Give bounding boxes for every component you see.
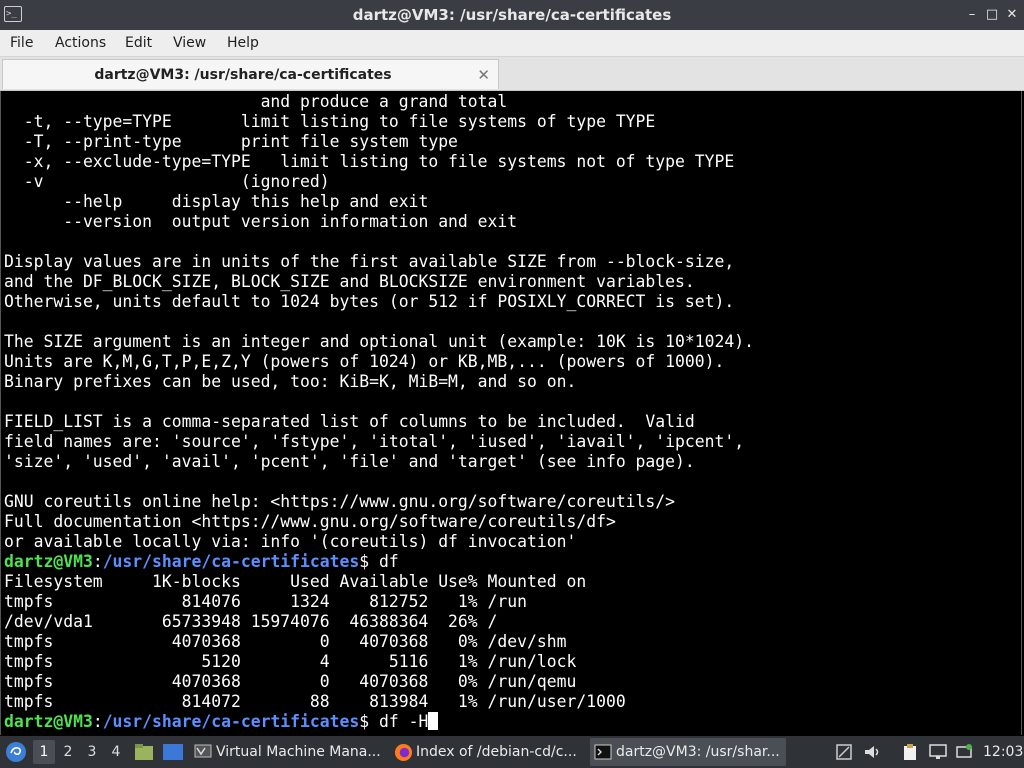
- df-row: tmpfs 814072 88 813984 1% /run/user/1000: [4, 692, 626, 711]
- prompt-user: dartz@VM3: [4, 552, 93, 571]
- prompt-command: df: [379, 552, 399, 571]
- df-header-row: Filesystem 1K-blocks Used Available Use%…: [4, 572, 587, 591]
- menu-help[interactable]: Help: [227, 30, 259, 56]
- output-line: 'size', 'used', 'avail', 'pcent', 'file'…: [4, 452, 695, 471]
- output-line: GNU coreutils online help: <https://www.…: [4, 492, 676, 511]
- output-line: --version output version information and…: [4, 212, 518, 231]
- prompt-separator: :: [92, 552, 103, 571]
- text-cursor: [428, 712, 439, 730]
- volume-icon[interactable]: [862, 742, 882, 762]
- output-line: FIELD_LIST is a comma-separated list of …: [4, 412, 695, 431]
- network-icon[interactable]: [834, 742, 854, 762]
- show-desktop-icon[interactable]: [162, 743, 184, 761]
- tab-label: dartz@VM3: /usr/share/ca-certificates: [94, 67, 392, 83]
- workspace-2[interactable]: 2: [57, 740, 79, 764]
- tab-bar: dartz@VM3: /usr/share/ca-certificates ✕: [0, 57, 1024, 91]
- workspace-4[interactable]: 4: [105, 740, 127, 764]
- output-line: -x, --exclude-type=TYPE limit listing to…: [4, 152, 735, 171]
- task-label: Virtual Machine Mana...: [216, 744, 381, 760]
- prompt-separator: :: [92, 712, 103, 731]
- maximize-button[interactable]: □: [982, 5, 1002, 25]
- df-row: tmpfs 4070368 0 4070368 0% /run/qemu: [4, 672, 577, 691]
- output-line: -v (ignored): [4, 172, 330, 191]
- workspace-1[interactable]: 1: [33, 740, 55, 764]
- df-row: tmpfs 814076 1324 812752 1% /run: [4, 592, 528, 611]
- output-line: -T, --print-type print file system type: [4, 132, 458, 151]
- output-line: and produce a grand total: [4, 92, 508, 111]
- prompt-path: /usr/share/ca-certificates: [102, 552, 360, 571]
- firefox-icon: [394, 743, 413, 762]
- prompt-line: dartz@VM3:/usr/share/ca-certificates$ df…: [4, 712, 439, 732]
- output-line: Otherwise, units default to 1024 bytes (…: [4, 292, 735, 311]
- workspace-3[interactable]: 3: [81, 740, 103, 764]
- output-line: Units are K,M,G,T,P,E,Z,Y (powers of 102…: [4, 352, 725, 371]
- menu-bar: File Actions Edit View Help: [0, 30, 1024, 57]
- task-label: dartz@VM3: /usr/shar...: [616, 744, 780, 760]
- display-icon[interactable]: [928, 742, 948, 762]
- window-titlebar: >_ dartz@VM3: /usr/share/ca-certificates…: [0, 0, 1024, 30]
- df-row: /dev/vda1 65733948 15974076 46388364 26%…: [4, 612, 498, 631]
- prompt-path: /usr/share/ca-certificates: [102, 712, 360, 731]
- clock[interactable]: 12:03: [983, 736, 1023, 768]
- output-line: Binary prefixes can be used, too: KiB=K,…: [4, 372, 577, 391]
- taskbar: 1 2 3 4 Virtual Machine Mana... Index of…: [0, 736, 1024, 768]
- prompt-user: dartz@VM3: [4, 712, 93, 731]
- minimize-button[interactable]: –: [962, 5, 982, 25]
- menu-edit[interactable]: Edit: [125, 30, 152, 56]
- output-line: Display values are in units of the first…: [4, 252, 735, 271]
- output-line: or available locally via: info '(coreuti…: [4, 532, 577, 551]
- df-row: tmpfs 4070368 0 4070368 0% /dev/shm: [4, 632, 567, 651]
- close-window-button[interactable]: ✕: [1002, 5, 1022, 25]
- terminal-output[interactable]: and produce a grand total -t, --type=TYP…: [0, 91, 1022, 735]
- tab-terminal[interactable]: dartz@VM3: /usr/share/ca-certificates ✕: [2, 59, 499, 89]
- terminal-icon: [594, 744, 612, 760]
- clipboard-icon[interactable]: [900, 742, 920, 762]
- output-line: and the DF_BLOCK_SIZE, BLOCK_SIZE and BL…: [4, 272, 695, 291]
- output-line: --help display this help and exit: [4, 192, 429, 211]
- task-terminal[interactable]: dartz@VM3: /usr/shar...: [590, 738, 786, 766]
- output-line: field names are: 'source', 'fstype', 'it…: [4, 432, 745, 451]
- task-label: Index of /debian-cd/c...: [416, 744, 577, 760]
- task-firefox[interactable]: Index of /debian-cd/c...: [390, 738, 586, 766]
- prompt-symbol: $: [359, 552, 380, 571]
- prompt-symbol: $: [359, 712, 380, 731]
- file-manager-icon[interactable]: [134, 743, 154, 761]
- window-title: dartz@VM3: /usr/share/ca-certificates: [352, 6, 672, 24]
- output-line: Full documentation <https://www.gnu.org/…: [4, 512, 616, 531]
- start-menu-icon[interactable]: [5, 741, 27, 763]
- tab-close-icon[interactable]: ✕: [477, 60, 490, 90]
- output-line: -t, --type=TYPE limit listing to file sy…: [4, 112, 656, 131]
- output-line: The SIZE argument is an integer and opti…: [4, 332, 754, 351]
- virt-manager-icon: [194, 744, 212, 758]
- menu-view[interactable]: View: [173, 30, 206, 56]
- network-manager-icon[interactable]: [954, 742, 974, 762]
- menu-actions[interactable]: Actions: [55, 30, 106, 56]
- task-virt-manager[interactable]: Virtual Machine Mana...: [190, 738, 386, 766]
- menu-file[interactable]: File: [10, 30, 33, 56]
- df-row: tmpfs 5120 4 5116 1% /run/lock: [4, 652, 577, 671]
- prompt-line: dartz@VM3:/usr/share/ca-certificates$ df: [4, 552, 399, 572]
- prompt-command: df -H: [379, 712, 429, 731]
